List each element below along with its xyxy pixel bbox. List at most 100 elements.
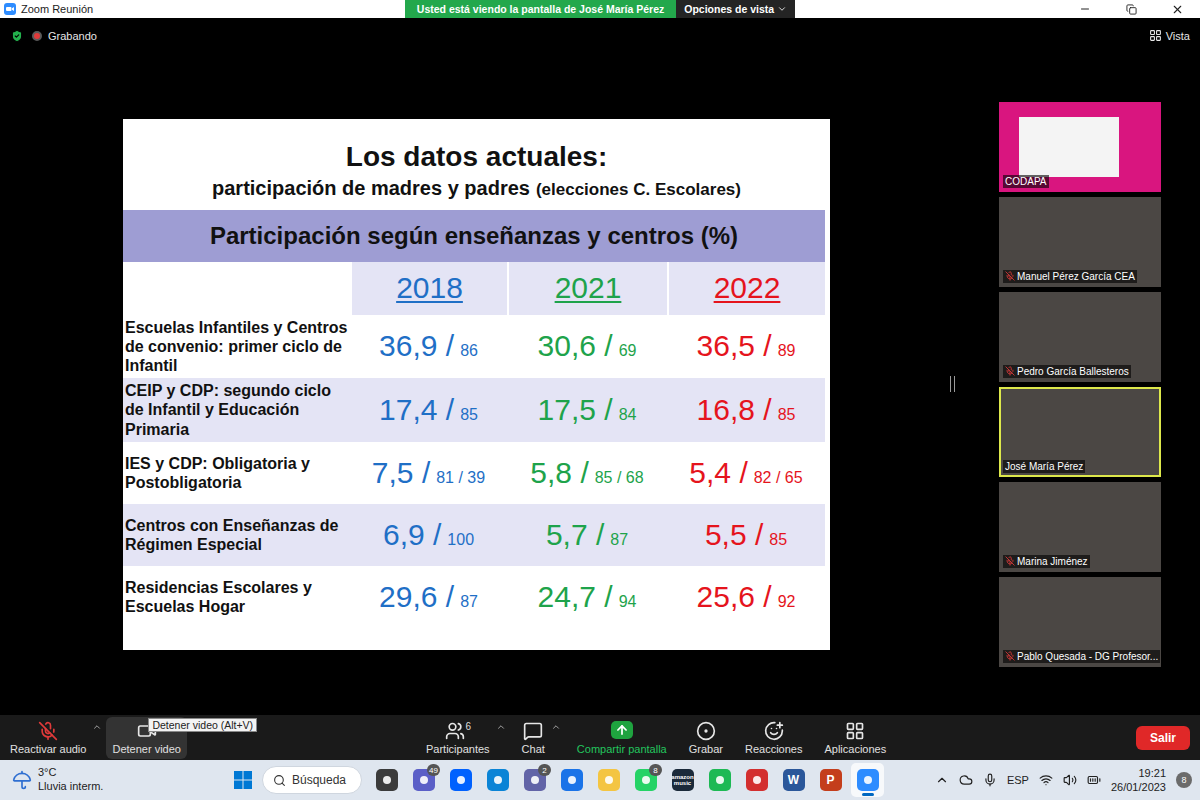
close-button[interactable] (1154, 0, 1200, 18)
caret-button[interactable] (496, 722, 506, 732)
resize-handle[interactable] (950, 376, 955, 392)
notification-badge[interactable]: 8 (1176, 772, 1192, 788)
record-button[interactable]: Grabar (683, 717, 729, 759)
value-cell: 24,7 /94 (507, 580, 667, 614)
participant-tile[interactable]: CODAPA (999, 102, 1161, 192)
explorer-icon (598, 769, 620, 791)
weather-widget[interactable]: 3°CLluvia interm. (0, 766, 228, 794)
restore-button[interactable] (1108, 0, 1154, 18)
mic-off-icon (38, 721, 58, 741)
participant-name: José María Pérez (1003, 460, 1085, 473)
toolbar-icon-row (38, 721, 58, 741)
grid-icon (1149, 29, 1162, 42)
taskbar-app[interactable]: amazon music (666, 763, 699, 797)
toolbar-item: Reacciones (739, 717, 808, 759)
apps-button[interactable]: Aplicaciones (818, 717, 892, 759)
participant-tile[interactable]: José María Pérez (999, 387, 1161, 477)
taskbar-app[interactable] (444, 763, 477, 797)
participants-button[interactable]: 6Participantes (420, 717, 496, 759)
taskbar-app[interactable]: 2 (518, 763, 551, 797)
row-label: Residencias Escolares y Escuelas Hogar (123, 566, 350, 628)
leave-button[interactable]: Salir (1136, 726, 1190, 750)
chevron-down-icon (777, 4, 787, 14)
windows-logo-icon (234, 771, 252, 789)
video-button[interactable]: Detener videoDetener video (Alt+V) (106, 717, 187, 759)
taskbar-app[interactable] (592, 763, 625, 797)
chevron-up-icon (92, 722, 102, 732)
toolbar-item: Grabar (683, 717, 729, 759)
table-row: CEIP y CDP: segundo ciclo de Infantil y … (123, 378, 825, 442)
view-options-button[interactable]: Opciones de vista (676, 0, 795, 18)
value-cell: 17,5 /84 (507, 393, 667, 427)
percentage: 5,8 / (530, 456, 588, 490)
mic-button[interactable]: Reactivar audio (4, 717, 92, 759)
taskbar-app[interactable]: 8 (629, 763, 662, 797)
participant-tile[interactable]: Manuel Pérez García CEA (999, 197, 1161, 287)
meeting-body: Los datos actuales:participación de madr… (0, 53, 1200, 715)
taskbar-apps: Búsqueda 49 2 8amazon music WP (228, 763, 884, 797)
caret-button[interactable] (92, 722, 102, 732)
base-value: 82 / 65 (754, 469, 803, 487)
powerpoint-icon: P (820, 769, 842, 791)
wifi-icon[interactable] (1039, 773, 1053, 787)
taskbar-app[interactable] (370, 763, 403, 797)
clock[interactable]: 19:2126/01/2023 (1111, 766, 1166, 795)
taskbar-app[interactable]: P (814, 763, 847, 797)
taskbar-app[interactable] (740, 763, 773, 797)
view-button[interactable]: Vista (1149, 29, 1190, 42)
share-banner-text: Usted está viendo la pantalla de José Ma… (405, 0, 676, 18)
participant-tile[interactable]: Pablo Quesada - DG Profesor... (999, 577, 1161, 667)
search-box[interactable]: Búsqueda (262, 766, 362, 794)
percentage: 29,6 / (379, 580, 454, 614)
base-value: 84 (619, 406, 637, 424)
caret-button[interactable] (551, 722, 561, 732)
mic-icon[interactable] (983, 773, 997, 787)
chevron-up-icon (496, 722, 506, 732)
mic-off-icon (1005, 651, 1015, 661)
language-indicator[interactable]: ESP (1007, 774, 1029, 786)
toolbar-item: Reactivar audio (4, 717, 102, 759)
edge-icon (487, 769, 509, 791)
taskbar-app[interactable]: W (777, 763, 810, 797)
base-value: 94 (619, 593, 637, 611)
toolbar-label: Participantes (426, 743, 490, 755)
percentage: 17,4 / (379, 393, 454, 427)
speaker-icon[interactable] (1063, 773, 1077, 787)
shield-icon[interactable] (10, 29, 24, 43)
taskbar-app[interactable] (851, 763, 884, 797)
taskbar-app[interactable] (703, 763, 736, 797)
start-button[interactable] (228, 764, 258, 796)
data-table: Participación según enseñanzas y centros… (123, 210, 825, 628)
mic-off-icon (1005, 556, 1015, 566)
app-badge: 49 (427, 764, 440, 776)
slide-title: Los datos actuales: (346, 141, 607, 173)
taskbar-app[interactable] (481, 763, 514, 797)
base-value: 92 (778, 593, 796, 611)
year-header: 2022 (667, 262, 825, 315)
share-button[interactable]: Compartir pantalla (571, 717, 673, 759)
cloud-icon[interactable] (959, 773, 973, 787)
taskbar-app[interactable] (555, 763, 588, 797)
base-value: 81 / 39 (436, 469, 485, 487)
participant-name: Pedro García Ballesteros (1003, 365, 1131, 378)
participant-tile[interactable]: Pedro García Ballesteros (999, 292, 1161, 382)
taskbar: 3°CLluvia interm.Búsqueda4928amazon musi… (0, 760, 1200, 800)
value-cell: 36,9 /86 (350, 329, 507, 363)
taskbar-app[interactable]: 49 (407, 763, 440, 797)
minimize-icon (1079, 3, 1091, 15)
year-header: 2018 (350, 262, 507, 315)
reactions-button[interactable]: Reacciones (739, 717, 808, 759)
toolbar-center: 6Participantes Chat Compartir pantallaGrab… (420, 717, 892, 759)
share-icon (611, 721, 633, 739)
battery-icon[interactable] (1087, 773, 1101, 787)
participant-tile[interactable]: Marina Jiménez (999, 482, 1161, 572)
row-label: CEIP y CDP: segundo ciclo de Infantil y … (123, 378, 350, 442)
minimize-button[interactable] (1062, 0, 1108, 18)
chevron-up-icon[interactable] (935, 773, 949, 787)
base-value: 89 (778, 342, 796, 360)
app-badge: 2 (538, 764, 551, 776)
table-band: Participación según enseñanzas y centros… (123, 210, 825, 262)
toolbar-label: Reactivar audio (10, 743, 86, 755)
chat-button[interactable]: Chat (516, 717, 551, 759)
calendar-icon (561, 769, 583, 791)
